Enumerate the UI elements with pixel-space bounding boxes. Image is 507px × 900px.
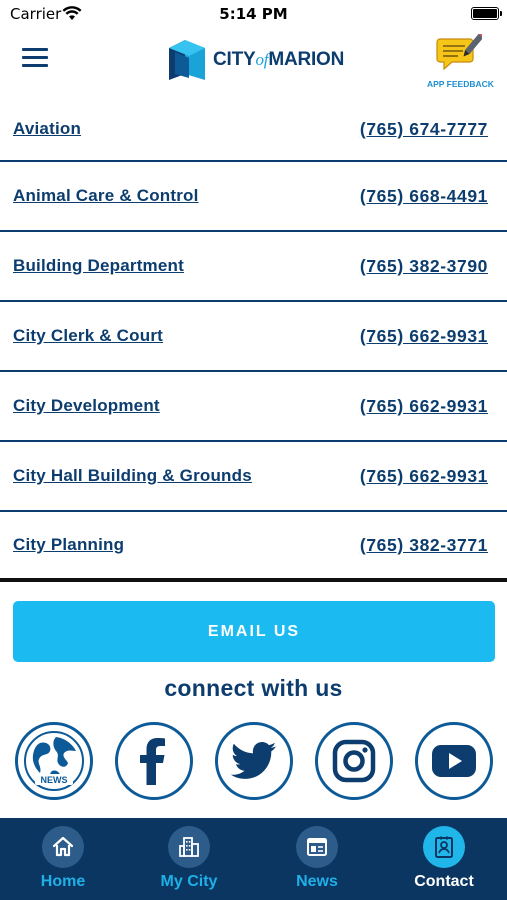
department-directory: Aviation (765) 674-7777 Animal Care & Co… (0, 98, 507, 582)
contact-card-icon (423, 826, 465, 868)
twitter-icon[interactable] (215, 722, 293, 800)
app-feedback-label: APP FEEDBACK (427, 79, 494, 89)
city-buildings-icon (168, 826, 210, 868)
tab-label: Contact (414, 873, 474, 890)
tab-my-city[interactable]: My City (126, 818, 252, 900)
hamburger-menu-icon[interactable] (22, 48, 48, 70)
social-links: NEWS (15, 722, 495, 800)
email-us-label: EMAIL US (207, 622, 301, 640)
tab-label: Home (40, 873, 86, 890)
department-link[interactable]: City Development (13, 396, 160, 416)
feedback-speech-pencil-icon (436, 31, 486, 71)
tab-label: News (296, 873, 338, 890)
clock: 5:14 PM (219, 5, 288, 23)
tab-news[interactable]: News (254, 818, 380, 900)
phone-link[interactable]: (765) 662-9931 (360, 396, 488, 417)
city-of-marion-logo[interactable]: CITYofMARION (165, 38, 344, 82)
news-globe-icon[interactable]: NEWS (15, 722, 93, 800)
news-label: NEWS (41, 775, 68, 785)
directory-row: Aviation (765) 674-7777 (0, 98, 507, 162)
phone-link[interactable]: (765) 674-7777 (360, 119, 488, 140)
phone-link[interactable]: (765) 382-3771 (360, 535, 488, 556)
phone-link[interactable]: (765) 382-3790 (360, 256, 488, 277)
bottom-tab-bar: Home My City News Contact (0, 818, 507, 900)
directory-row: Animal Care & Control (765) 668-4491 (0, 162, 507, 232)
instagram-icon[interactable] (315, 722, 393, 800)
youtube-icon[interactable] (415, 722, 493, 800)
battery-icon (471, 7, 502, 20)
newspaper-icon (296, 826, 338, 868)
directory-row: City Planning (765) 382-3771 (0, 512, 507, 582)
app-feedback-button[interactable]: APP FEEDBACK (427, 31, 494, 89)
app-header: CITYofMARION APP FEEDBACK (0, 28, 507, 98)
email-us-button[interactable]: EMAIL US (13, 601, 495, 662)
phone-link[interactable]: (765) 662-9931 (360, 326, 488, 347)
tab-contact[interactable]: Contact (381, 818, 507, 900)
phone-link[interactable]: (765) 662-9931 (360, 466, 488, 487)
logo-text: CITYofMARION (213, 49, 345, 70)
department-link[interactable]: City Clerk & Court (13, 326, 163, 346)
department-link[interactable]: City Planning (13, 535, 124, 555)
department-link[interactable]: City Hall Building & Grounds (13, 466, 252, 486)
status-bar: Carrier 5:14 PM (0, 0, 507, 28)
phone-link[interactable]: (765) 668-4491 (360, 186, 488, 207)
department-link[interactable]: Aviation (13, 119, 81, 139)
department-link[interactable]: Animal Care & Control (13, 186, 199, 206)
directory-row: City Development (765) 662-9931 (0, 372, 507, 442)
directory-row: Building Department (765) 382-3790 (0, 232, 507, 302)
connect-heading: connect with us (164, 675, 343, 701)
logo-mark-icon (169, 40, 205, 80)
home-icon (42, 826, 84, 868)
tab-label: My City (160, 873, 218, 890)
facebook-icon[interactable] (115, 722, 193, 800)
directory-row: City Clerk & Court (765) 662-9931 (0, 302, 507, 372)
department-link[interactable]: Building Department (13, 256, 184, 276)
tab-home[interactable]: Home (0, 818, 126, 900)
directory-row: City Hall Building & Grounds (765) 662-9… (0, 442, 507, 512)
